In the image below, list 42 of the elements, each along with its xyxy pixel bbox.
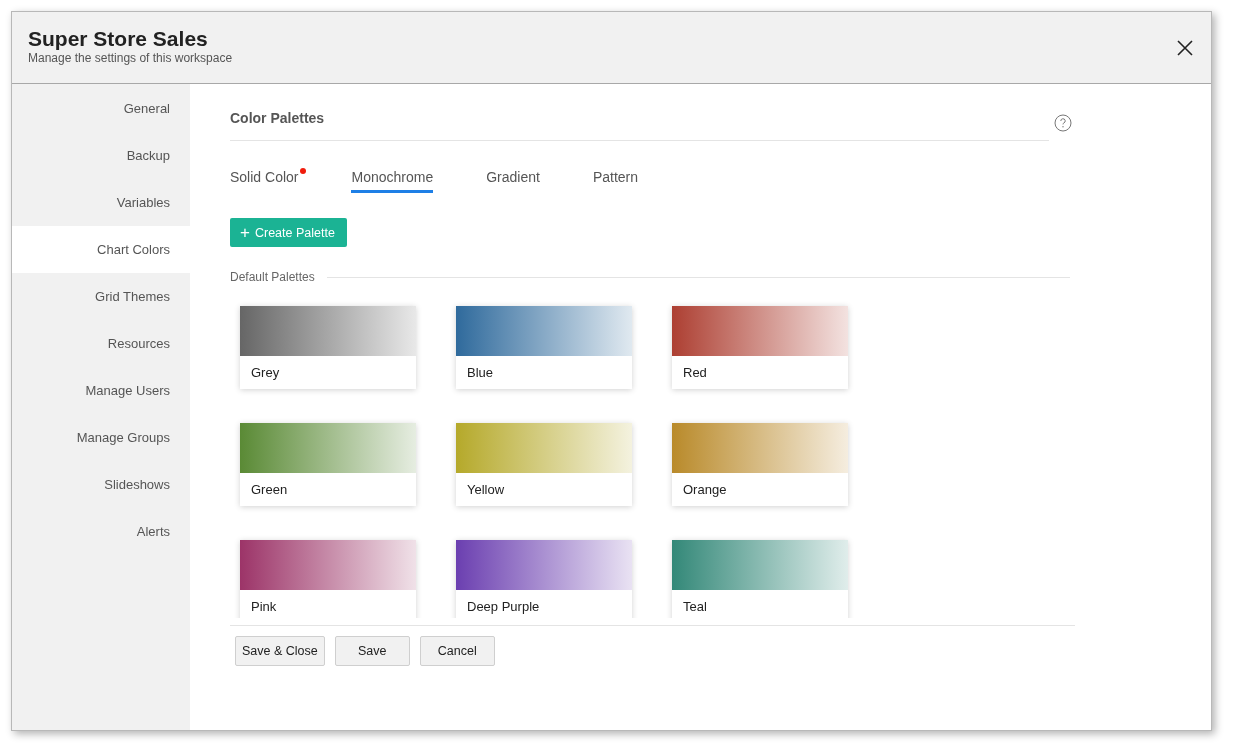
sidebar-item[interactable]: Slideshows (12, 461, 190, 508)
sidebar-item[interactable]: Manage Groups (12, 414, 190, 461)
palette-card[interactable]: Pink (240, 540, 416, 618)
sidebar-item[interactable]: Chart Colors (12, 226, 190, 273)
sidebar-item[interactable]: Manage Users (12, 367, 190, 414)
palette-name: Deep Purple (466, 598, 541, 616)
tab[interactable]: Monochrome (351, 169, 434, 193)
palette-name: Blue (466, 364, 495, 382)
palette-name: Orange (682, 481, 728, 499)
palette-name: Teal (682, 598, 708, 616)
palette-card[interactable]: Yellow (456, 423, 632, 506)
palette-card[interactable]: Blue (456, 306, 632, 389)
footer-button[interactable]: Save (334, 636, 410, 666)
palette-name: Red (682, 364, 708, 382)
sidebar-item[interactable]: Variables (12, 179, 190, 226)
palette-card[interactable]: Green (240, 423, 416, 506)
tab[interactable]: Pattern (592, 169, 639, 193)
sidebar-item[interactable]: General (12, 85, 190, 132)
palette-name: Yellow (466, 481, 506, 499)
palette-name: Grey (250, 364, 281, 382)
palette-name: Green (250, 481, 289, 499)
sidebar-item[interactable]: Resources (12, 320, 190, 367)
close-icon (1177, 39, 1193, 56)
help-icon[interactable] (1054, 114, 1072, 132)
tab[interactable]: Gradient (486, 169, 540, 193)
window-title: Super Store Sales (28, 26, 209, 51)
sidebar-item[interactable]: Alerts (12, 508, 190, 555)
close-button[interactable] (1175, 37, 1195, 58)
footer-button[interactable]: Save & Close (235, 636, 325, 666)
palette-card[interactable]: Teal (672, 540, 848, 618)
tab[interactable]: Solid Color (230, 169, 307, 193)
sidebar-item[interactable]: Backup (12, 132, 190, 179)
palette-card[interactable]: Orange (672, 423, 848, 506)
sidebar-item[interactable]: Grid Themes (12, 273, 190, 320)
group-title: Default Palettes (230, 270, 315, 284)
palette-card[interactable]: Red (672, 306, 848, 389)
palette-card[interactable]: Deep Purple (456, 540, 632, 618)
window-subtitle: Manage the settings of this workspace (28, 50, 233, 65)
footer-button[interactable]: Cancel (419, 636, 495, 666)
palette-name: Pink (250, 598, 278, 616)
palette-card[interactable]: Grey (240, 306, 416, 389)
section-title: Color Palettes (230, 110, 1049, 141)
